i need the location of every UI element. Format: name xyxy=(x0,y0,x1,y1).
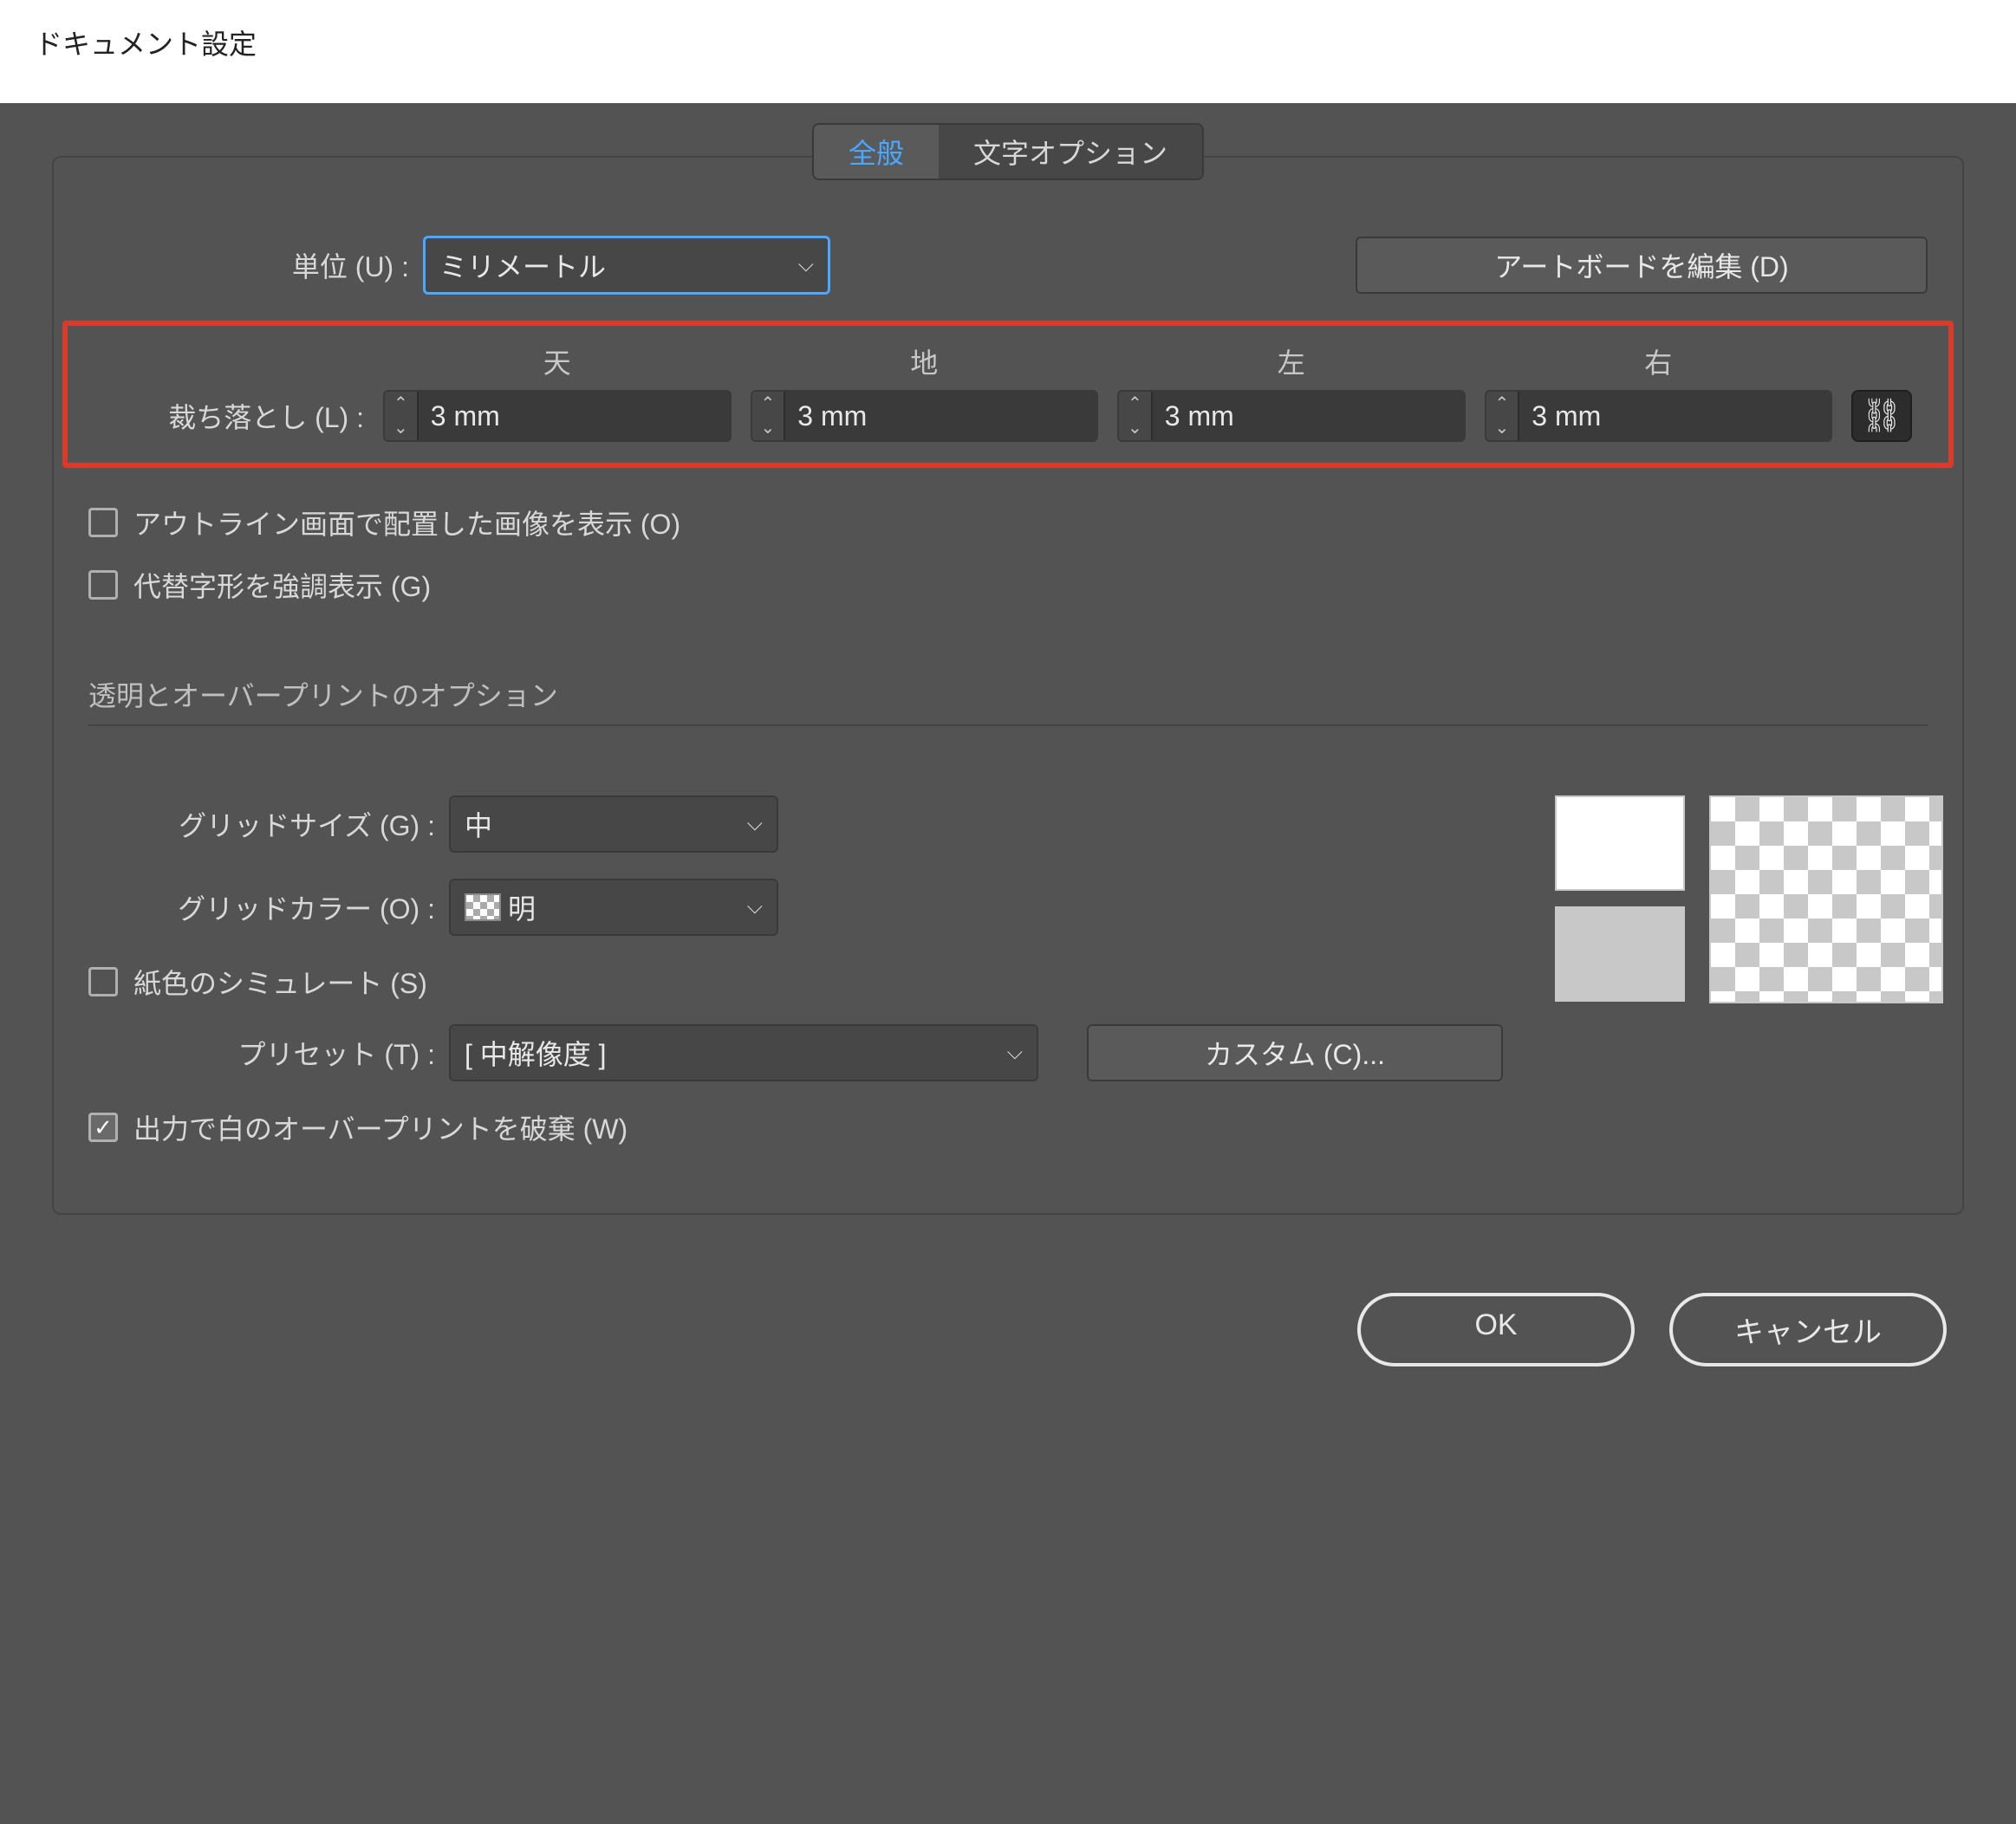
tab-bar: 全般 文字オプション xyxy=(812,123,1204,180)
simulate-paper-label: 紙色のシミュレート (S) xyxy=(133,962,427,1002)
checkbox-checked-icon: ✓ xyxy=(88,1113,118,1142)
spinner-icon[interactable]: ⌃⌄ xyxy=(1119,392,1151,440)
grid-color-label: グリッドカラー (O) : xyxy=(88,887,435,927)
link-icon: ⛓ xyxy=(1861,397,1902,435)
bleed-bottom-value[interactable]: 3 mm xyxy=(784,392,1096,440)
preset-label: プリセット (T) : xyxy=(88,1033,435,1073)
swatch-white[interactable] xyxy=(1555,795,1685,891)
link-values-button[interactable]: ⛓ xyxy=(1851,390,1912,442)
bleed-bottom-input[interactable]: ⌃⌄ 3 mm xyxy=(751,390,1099,442)
bleed-header-bottom: 地 xyxy=(751,341,1099,381)
bleed-header-left: 左 xyxy=(1117,341,1466,381)
bleed-right-input[interactable]: ⌃⌄ 3 mm xyxy=(1485,390,1833,442)
preset-select[interactable]: [ 中解像度 ] ⌵ xyxy=(449,1024,1038,1081)
chevron-down-icon: ⌵ xyxy=(747,895,763,919)
simulate-paper-checkbox[interactable]: 紙色のシミュレート (S) xyxy=(88,962,1503,1002)
chevron-down-icon: ⌵ xyxy=(1007,1041,1023,1065)
checkbox-icon xyxy=(88,967,118,996)
checkbox-icon xyxy=(88,570,118,600)
bleed-top-input[interactable]: ⌃⌄ 3 mm xyxy=(383,390,732,442)
show-images-outline-checkbox[interactable]: アウトライン画面で配置した画像を表示 (O) xyxy=(88,503,1928,542)
bleed-header-right: 右 xyxy=(1485,341,1833,381)
units-value: ミリメートル xyxy=(439,245,606,285)
custom-button[interactable]: カスタム (C)... xyxy=(1087,1024,1503,1081)
transparency-preview xyxy=(1555,795,1943,1003)
highlight-alt-glyphs-label: 代替字形を強調表示 (G) xyxy=(133,565,431,605)
general-panel: 全般 文字オプション 単位 (U) : ミリメートル ⌵ アートボードを編集 (… xyxy=(52,156,1964,1215)
swatch-grey[interactable] xyxy=(1555,906,1685,1002)
bleed-highlight-box: 天 地 左 右 裁ち落とし (L) : ⌃⌄ 3 mm ⌃⌄ 3 mm ⌃⌄ 3 xyxy=(62,321,1954,468)
units-select[interactable]: ミリメートル ⌵ xyxy=(423,236,830,295)
discard-white-overprint-label: 出力で白のオーバープリントを破棄 (W) xyxy=(133,1107,628,1147)
grid-size-label: グリッドサイズ (G) : xyxy=(88,804,435,844)
spinner-icon[interactable]: ⌃⌄ xyxy=(752,392,784,440)
bleed-header-top: 天 xyxy=(383,341,732,381)
bleed-left-value[interactable]: 3 mm xyxy=(1151,392,1464,440)
preset-value: [ 中解像度 ] xyxy=(465,1033,607,1073)
dialog-body: 全般 文字オプション 単位 (U) : ミリメートル ⌵ アートボードを編集 (… xyxy=(0,104,2016,1418)
divider xyxy=(88,724,1928,726)
grid-size-select[interactable]: 中 ⌵ xyxy=(449,795,778,853)
color-swatch-icon xyxy=(465,893,501,921)
cancel-button[interactable]: キャンセル xyxy=(1669,1293,1947,1366)
grid-size-value: 中 xyxy=(465,804,492,844)
checkbox-icon xyxy=(88,508,118,537)
tab-general[interactable]: 全般 xyxy=(814,125,939,179)
show-images-outline-label: アウトライン画面で配置した画像を表示 (O) xyxy=(133,503,680,542)
grid-color-value: 明 xyxy=(508,887,747,927)
transparency-section-title: 透明とオーバープリントのオプション xyxy=(88,674,1928,714)
chevron-down-icon: ⌵ xyxy=(747,812,763,836)
bleed-right-value[interactable]: 3 mm xyxy=(1518,392,1831,440)
spinner-icon[interactable]: ⌃⌄ xyxy=(1486,392,1519,440)
highlight-alt-glyphs-checkbox[interactable]: 代替字形を強調表示 (G) xyxy=(88,565,1928,605)
spinner-icon[interactable]: ⌃⌄ xyxy=(385,392,417,440)
edit-artboards-button[interactable]: アートボードを編集 (D) xyxy=(1356,237,1928,294)
units-label: 単位 (U) : xyxy=(88,245,409,285)
discard-white-overprint-checkbox[interactable]: ✓ 出力で白のオーバープリントを破棄 (W) xyxy=(88,1107,1503,1147)
dialog-footer: OK キャンセル xyxy=(52,1293,1964,1366)
tab-type-options[interactable]: 文字オプション xyxy=(939,125,1202,179)
bleed-label: 裁ち落とし (L) : xyxy=(87,396,364,436)
bleed-top-value[interactable]: 3 mm xyxy=(417,392,730,440)
chevron-down-icon: ⌵ xyxy=(798,253,814,277)
grid-color-select[interactable]: 明 ⌵ xyxy=(449,879,778,936)
ok-button[interactable]: OK xyxy=(1357,1293,1635,1366)
dialog-title: ドキュメント設定 xyxy=(0,0,2016,104)
checker-preview xyxy=(1709,795,1943,1003)
bleed-left-input[interactable]: ⌃⌄ 3 mm xyxy=(1117,390,1466,442)
